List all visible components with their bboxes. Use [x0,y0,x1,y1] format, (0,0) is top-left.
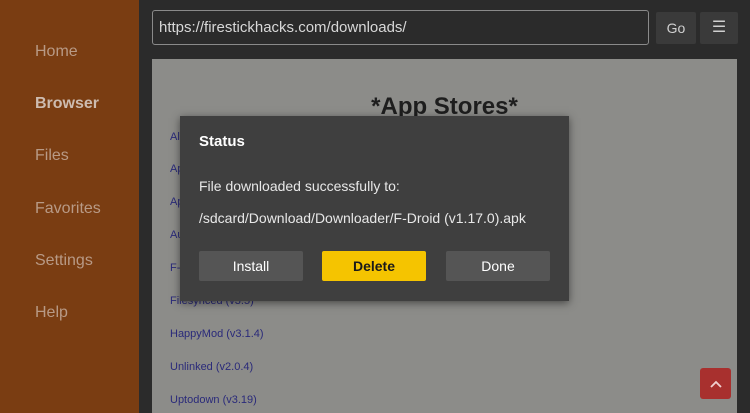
chevron-up-icon [709,381,722,388]
sidebar-item-settings[interactable]: Settings [35,252,93,270]
list-item[interactable]: Uptodown (v3.19) [170,394,257,406]
delete-button[interactable]: Delete [322,251,426,281]
dialog-title: Status [199,133,245,150]
dialog-message: File downloaded successfully to: [199,178,400,194]
sidebar-item-browser[interactable]: Browser [35,95,99,113]
install-button[interactable]: Install [199,251,303,281]
list-item[interactable]: F- [170,262,180,274]
list-item[interactable]: HappyMod (v3.1.4) [170,328,264,340]
hamburger-menu-icon: ☰ [711,19,727,36]
list-item[interactable]: Unlinked (v2.0.4) [170,361,253,373]
go-button[interactable]: Go [656,12,696,44]
url-input[interactable]: https://firestickhacks.com/downloads/ [152,10,649,45]
sidebar-item-files[interactable]: Files [35,147,69,165]
menu-button[interactable]: ☰ [700,12,738,44]
sidebar-item-favorites[interactable]: Favorites [35,200,101,218]
list-item[interactable]: Al [170,131,180,143]
scroll-to-top-button[interactable] [700,368,731,399]
done-button[interactable]: Done [446,251,550,281]
download-path: /sdcard/Download/Downloader/F-Droid (v1.… [199,210,526,226]
sidebar: Home Browser Files Favorites Settings He… [0,0,139,413]
status-dialog: Status File downloaded successfully to: … [180,116,569,301]
sidebar-item-home[interactable]: Home [35,43,78,61]
sidebar-item-help[interactable]: Help [35,304,68,322]
